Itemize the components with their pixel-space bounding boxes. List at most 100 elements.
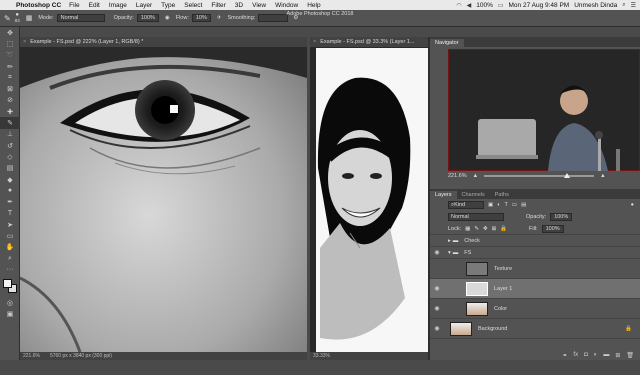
lock-artboard-icon[interactable]: ⊠: [492, 226, 497, 232]
tab-channels[interactable]: Channels: [457, 191, 490, 199]
healing-brush-tool-icon[interactable]: ✚: [0, 106, 20, 117]
marquee-tool-icon[interactable]: ⬚: [0, 38, 20, 49]
tab-layers[interactable]: Layers: [430, 191, 457, 199]
type-tool-icon[interactable]: T: [0, 208, 20, 219]
layer-row-check[interactable]: ▸ ▬ Check: [430, 235, 640, 247]
menu-edit[interactable]: Edit: [89, 2, 100, 9]
filter-adjust-icon[interactable]: ◐: [497, 202, 500, 208]
history-brush-tool-icon[interactable]: ↺: [0, 140, 20, 151]
pen-tool-icon[interactable]: ✒: [0, 196, 20, 207]
canvas-portrait[interactable]: [310, 48, 428, 352]
layer-row-background[interactable]: ◉ Background 🔒: [430, 319, 640, 339]
crop-tool-icon[interactable]: ⌗: [0, 72, 20, 83]
screen-mode-icon[interactable]: ▣: [0, 309, 20, 320]
filter-type-icon[interactable]: T: [505, 202, 508, 208]
layer-row-fs[interactable]: ◉ ▾ ▬ FS: [430, 247, 640, 259]
lock-transparent-icon[interactable]: ▦: [465, 226, 470, 232]
brush-panel-icon[interactable]: ▦: [26, 14, 33, 22]
layer-filter-kind[interactable]: ⌕ Kind: [448, 201, 484, 209]
fill-field[interactable]: 100%: [541, 224, 564, 233]
group-collapsed-icon[interactable]: ▸: [448, 238, 451, 244]
menu-type[interactable]: Type: [161, 2, 175, 9]
dodge-tool-icon[interactable]: ●: [0, 185, 20, 196]
airbrush-icon[interactable]: ✈: [217, 15, 222, 21]
doc-tab-secondary[interactable]: × Example - FS.psd @ 33.3% (Layer 1...: [310, 37, 428, 48]
doc-size[interactable]: 5760 px x 3840 px (300 ppi): [50, 353, 112, 359]
navigator-zoom-value[interactable]: 221.6%: [448, 173, 467, 179]
hand-tool-icon[interactable]: ✋: [0, 242, 20, 253]
zoom-tool-icon[interactable]: ⌕: [0, 253, 20, 264]
user-name[interactable]: Unmesh Dinda: [574, 2, 617, 9]
zoom-slider[interactable]: [484, 173, 595, 178]
lasso-tool-icon[interactable]: ➰: [0, 50, 20, 61]
flow-field[interactable]: 10%: [191, 14, 211, 22]
visibility-icon[interactable]: ◉: [430, 325, 444, 332]
more-tools-icon[interactable]: ···: [0, 264, 20, 275]
eraser-tool-icon[interactable]: ◇: [0, 151, 20, 162]
pressure-opacity-icon[interactable]: ◉: [165, 15, 170, 21]
app-menu[interactable]: Photoshop CC: [16, 2, 61, 9]
layer-row-color[interactable]: ◉ Color: [430, 299, 640, 319]
quick-select-tool-icon[interactable]: ✏: [0, 61, 20, 72]
brush-preset-picker[interactable]: ● 83: [15, 12, 20, 23]
brush-tool-icon[interactable]: ✎: [0, 117, 20, 129]
close-doc2-icon[interactable]: ×: [313, 39, 316, 45]
doc-tab-main[interactable]: × Example - FS.psd @ 222% (Layer 1, RGB/…: [20, 37, 307, 48]
gradient-tool-icon[interactable]: ▤: [0, 163, 20, 174]
doc2-zoom-readout[interactable]: 33.33%: [313, 353, 330, 359]
navigator-preview[interactable]: [448, 49, 640, 171]
battery-icon[interactable]: ▭: [498, 2, 504, 9]
zoom-readout[interactable]: 221.6%: [23, 353, 40, 359]
canvas-eye-closeup[interactable]: [20, 48, 307, 352]
menu-list-icon[interactable]: ☰: [631, 2, 636, 9]
filter-shape-icon[interactable]: ▭: [512, 202, 517, 208]
layer-row-texture[interactable]: Texture: [430, 259, 640, 279]
menu-filter[interactable]: Filter: [211, 2, 225, 9]
mode-select[interactable]: Normal: [56, 14, 105, 22]
wifi-icon[interactable]: ◠: [456, 2, 461, 9]
visibility-icon[interactable]: ◉: [430, 285, 444, 292]
menu-select[interactable]: Select: [184, 2, 202, 9]
tab-paths[interactable]: Paths: [490, 191, 514, 199]
tab-navigator[interactable]: Navigator: [430, 39, 464, 47]
blur-tool-icon[interactable]: ◆: [0, 174, 20, 185]
menu-3d[interactable]: 3D: [235, 2, 243, 9]
zoom-in-icon[interactable]: ▲: [600, 173, 605, 179]
smoothing-field[interactable]: [258, 14, 289, 22]
new-group-icon[interactable]: ▬: [603, 352, 609, 358]
menu-file[interactable]: File: [69, 2, 79, 9]
add-mask-icon[interactable]: ◘: [584, 352, 588, 358]
new-layer-icon[interactable]: ⊞: [615, 352, 620, 359]
lock-image-icon[interactable]: ✎: [474, 226, 479, 232]
clone-stamp-tool-icon[interactable]: ⊥: [0, 129, 20, 140]
zoom-slider-thumb[interactable]: [564, 173, 571, 178]
volume-icon[interactable]: ◀: [467, 2, 472, 9]
eyedropper-tool-icon[interactable]: ⊘: [0, 95, 20, 106]
shape-tool-icon[interactable]: ▭: [0, 230, 20, 241]
close-doc-icon[interactable]: ×: [23, 39, 26, 45]
visibility-icon[interactable]: ◉: [430, 305, 444, 312]
frame-tool-icon[interactable]: ⊠: [0, 83, 20, 94]
foreground-color-swatch[interactable]: [3, 278, 12, 288]
path-select-tool-icon[interactable]: ➤: [0, 219, 20, 230]
zoom-out-icon[interactable]: ▲: [473, 173, 478, 179]
layer-style-icon[interactable]: fx: [573, 352, 578, 358]
layer-opacity-field[interactable]: 100%: [550, 213, 573, 221]
smoothing-settings-icon[interactable]: ⚙: [293, 15, 298, 21]
link-layers-icon[interactable]: ⚭: [562, 352, 567, 359]
opacity-field[interactable]: 100%: [136, 14, 159, 22]
search-icon[interactable]: ⌕: [622, 2, 625, 9]
menu-view[interactable]: View: [252, 2, 266, 9]
blend-mode-select[interactable]: Normal: [448, 213, 504, 221]
group-expanded-icon[interactable]: ▾: [448, 250, 451, 256]
move-tool-icon[interactable]: ✥: [0, 27, 20, 38]
menu-help[interactable]: Help: [307, 2, 320, 9]
filter-pixel-icon[interactable]: ▣: [488, 202, 493, 208]
filter-smart-icon[interactable]: ▤: [521, 202, 526, 208]
brush-tool-icon[interactable]: ✎: [4, 14, 11, 23]
lock-all-icon[interactable]: 🔒: [500, 226, 507, 232]
adjustment-layer-icon[interactable]: ◐: [594, 352, 598, 358]
menu-window[interactable]: Window: [275, 2, 298, 9]
delete-layer-icon[interactable]: 🗑: [626, 352, 634, 359]
filter-toggle-icon[interactable]: ●: [631, 202, 634, 208]
